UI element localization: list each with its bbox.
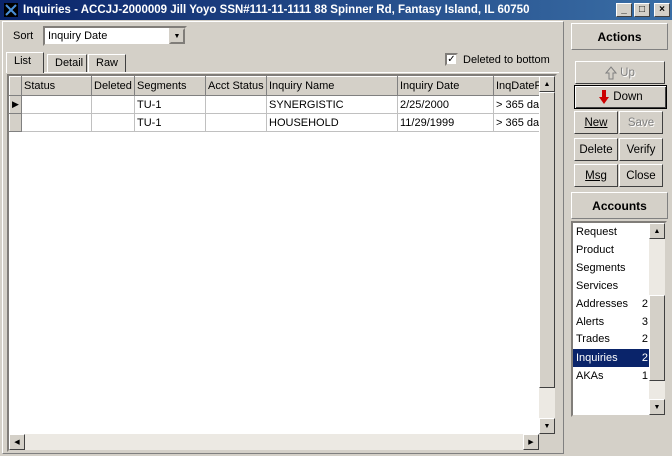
tab-list[interactable]: List: [6, 52, 44, 73]
cell-inquiry-date[interactable]: 11/29/1999: [397, 113, 494, 132]
delete-button[interactable]: Delete: [574, 138, 618, 161]
list-item-product[interactable]: Product: [573, 241, 651, 259]
col-header-status[interactable]: Status: [21, 76, 92, 96]
arrow-down-icon: [599, 90, 610, 104]
close-button[interactable]: Close: [619, 164, 663, 187]
actions-heading: Actions: [571, 23, 668, 50]
cell-status[interactable]: [21, 113, 92, 132]
col-header-inquiry-date[interactable]: Inquiry Date: [397, 76, 494, 96]
chevron-down-icon[interactable]: ▼: [169, 28, 185, 44]
sort-value: Inquiry Date: [48, 30, 108, 42]
deleted-to-bottom-label: Deleted to bottom: [463, 53, 550, 66]
grid-vertical-thumb[interactable]: [539, 92, 555, 388]
cell-segments[interactable]: TU-1: [134, 113, 206, 132]
close-icon: ×: [659, 4, 665, 15]
list-item-segments[interactable]: Segments: [573, 259, 651, 277]
minimize-button[interactable]: _: [616, 3, 632, 17]
list-item-services[interactable]: Services: [573, 277, 651, 295]
msg-button[interactable]: Msg: [574, 164, 618, 187]
scrollbar-corner: [539, 434, 555, 450]
save-button[interactable]: Save: [619, 111, 663, 134]
window-title: Inquiries - ACCJJ-2000009 Jill Yoyo SSN#…: [23, 4, 530, 16]
list-item-alerts[interactable]: Alerts 3: [573, 313, 651, 331]
maximize-icon: □: [638, 4, 646, 15]
deleted-to-bottom-option[interactable]: ✓ Deleted to bottom: [445, 53, 550, 66]
tab-raw[interactable]: Raw: [88, 54, 126, 72]
col-header-segments[interactable]: Segments: [134, 76, 206, 96]
cell-inquiry-name[interactable]: HOUSEHOLD: [266, 113, 398, 132]
arrow-up-icon: [605, 65, 618, 79]
row-indicator[interactable]: [9, 113, 22, 132]
cell-deleted[interactable]: [91, 95, 135, 114]
cell-acct-status[interactable]: [205, 95, 267, 114]
cell-acct-status[interactable]: [205, 113, 267, 132]
list-item-inquiries[interactable]: Inquiries 2: [573, 349, 651, 367]
deleted-to-bottom-checkbox[interactable]: ✓: [445, 53, 458, 66]
col-header-inquiry-name[interactable]: Inquiry Name: [266, 76, 398, 96]
inquiries-grid[interactable]: Status Deleted Segments Acct Status Inqu…: [7, 74, 557, 452]
accounts-list[interactable]: Request Product Segments Services Addres…: [571, 221, 667, 417]
check-icon: ✓: [447, 53, 456, 65]
tab-strip-line: [6, 72, 559, 73]
list-item-trades[interactable]: Trades 2: [573, 330, 651, 348]
scroll-up-icon[interactable]: ▲: [539, 76, 555, 92]
col-header-deleted[interactable]: Deleted: [91, 76, 135, 96]
up-button[interactable]: Up: [575, 61, 665, 84]
scroll-left-icon[interactable]: ◀: [9, 434, 25, 450]
app-icon[interactable]: [3, 2, 19, 18]
scroll-up-icon[interactable]: ▲: [649, 223, 665, 239]
verify-button[interactable]: Verify: [619, 138, 663, 161]
list-item-addresses[interactable]: Addresses 2: [573, 295, 651, 313]
maximize-button[interactable]: □: [634, 3, 650, 17]
accounts-scroll-thumb[interactable]: [649, 295, 665, 381]
cell-segments[interactable]: TU-1: [134, 95, 206, 114]
grid-vertical-scrollbar[interactable]: ▲ ▼: [539, 76, 555, 434]
cell-deleted[interactable]: [91, 113, 135, 132]
sort-dropdown[interactable]: Inquiry Date ▼: [43, 26, 187, 46]
col-header-acct-status[interactable]: Acct Status: [205, 76, 267, 96]
title-bar: Inquiries - ACCJJ-2000009 Jill Yoyo SSN#…: [0, 0, 672, 20]
table-row[interactable]: TU-1 HOUSEHOLD 11/29/1999 > 365 day: [9, 113, 554, 132]
grid-corner-header: [9, 76, 22, 96]
tab-detail[interactable]: Detail: [47, 54, 87, 72]
table-row[interactable]: ▶ TU-1 SYNERGISTIC 2/25/2000 > 365 day: [9, 95, 554, 114]
scroll-right-icon[interactable]: ▶: [523, 434, 539, 450]
list-item-akas[interactable]: AKAs 1: [573, 367, 651, 385]
grid-horizontal-scrollbar[interactable]: ◀ ▶: [9, 434, 539, 450]
list-item-request[interactable]: Request: [573, 223, 651, 241]
cell-status[interactable]: [21, 95, 92, 114]
scroll-down-icon[interactable]: ▼: [649, 399, 665, 415]
accounts-scrollbar[interactable]: ▲ ▼: [649, 223, 665, 415]
close-window-button[interactable]: ×: [654, 3, 670, 17]
sort-label: Sort: [13, 30, 34, 42]
cell-inquiry-name[interactable]: SYNERGISTIC: [266, 95, 398, 114]
cell-inquiry-date[interactable]: 2/25/2000: [397, 95, 494, 114]
grid-table: Status Deleted Segments Acct Status Inqu…: [9, 76, 554, 132]
new-button[interactable]: New: [574, 111, 618, 134]
side-panel: Actions Up Down New Save Delete Verify M…: [568, 21, 671, 453]
accounts-heading: Accounts: [571, 192, 668, 219]
down-button[interactable]: Down: [574, 85, 667, 109]
minimize-icon: _: [621, 4, 627, 15]
scroll-down-icon[interactable]: ▼: [539, 418, 555, 434]
row-indicator-icon[interactable]: ▶: [9, 95, 22, 114]
